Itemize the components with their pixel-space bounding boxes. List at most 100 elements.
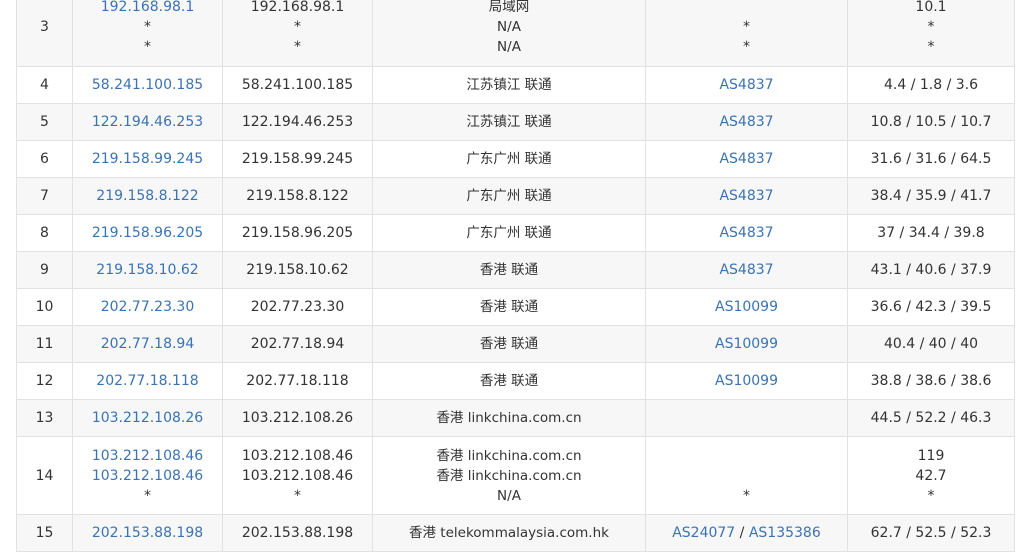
table-row: 10 202.77.23.30 202.77.23.30 香港 联通 AS10099 36… (16, 288, 1015, 326)
asn-cell: AS4837 (645, 214, 848, 252)
ip-link[interactable]: 219.158.10.62 (73, 260, 222, 280)
asn-link[interactable]: AS4837 (719, 151, 773, 167)
asn-line: AS4837 (646, 75, 847, 95)
hostname-text: 219.158.99.245 (241, 151, 354, 167)
hostname-cell: 58.241.100.185 (222, 66, 373, 104)
ip-cell: 122.194.46.253 (72, 103, 223, 141)
asn-link[interactable]: AS10099 (715, 299, 778, 315)
table-row: 11 202.77.18.94 202.77.18.94 香港 联通 AS10099 40… (16, 325, 1015, 363)
location-cell: 江苏镇江 联通 (372, 103, 646, 141)
table-row: 6 219.158.99.245 219.158.99.245 广东广州 联通 AS48… (16, 140, 1015, 178)
hop-number: 7 (40, 188, 49, 204)
latency-cell: 119 42.7 * (847, 436, 1015, 515)
latency-text: * (927, 487, 935, 504)
table-row: 8 219.158.96.205 219.158.96.205 广东广州 联通 AS48… (16, 214, 1015, 252)
hostname-text: 202.77.23.30 (250, 299, 345, 315)
ip-link[interactable]: 202.77.18.118 (73, 371, 222, 391)
asn-link[interactable]: AS10099 (715, 373, 778, 389)
location-cell: 香港 联通 (372, 288, 646, 326)
ip-cell: 202.77.23.30 (72, 288, 223, 326)
ip-link[interactable]: 103.212.108.46 (73, 466, 222, 486)
hop-number-cell: 5 (16, 103, 73, 141)
hostname-text: 219.158.10.62 (246, 262, 349, 278)
asn-text (646, 466, 847, 486)
asn-line: AS4837 (646, 112, 847, 132)
ip-link: * (144, 487, 151, 504)
asn-link[interactable]: AS4837 (719, 77, 773, 93)
latency-cell: 38.8 / 38.6 / 38.6 (847, 362, 1015, 400)
asn-text: * (743, 38, 750, 55)
asn-link[interactable]: AS4837 (719, 188, 773, 204)
asn-cell: AS24077 / AS135386 (645, 514, 848, 552)
location-text: 江苏镇江 联通 (466, 77, 552, 93)
location-text: 局域网 (488, 0, 530, 15)
ip-link[interactable]: 58.241.100.185 (73, 75, 222, 95)
hop-number: 10 (35, 299, 54, 315)
ip-link[interactable]: 122.194.46.253 (73, 112, 222, 132)
asn-link[interactable]: AS24077 (672, 525, 735, 541)
table-row: 7 219.158.8.122 219.158.8.122 广东广州 联通 AS4837… (16, 177, 1015, 215)
hostname-text: * (294, 18, 301, 35)
ip-link[interactable]: 202.77.23.30 (73, 297, 222, 317)
asn-link[interactable]: AS4837 (719, 114, 773, 130)
location-cell: 香港 linkchina.com.cn 香港 linkchina.com.cn N/… (372, 436, 646, 515)
ip-link[interactable]: 103.212.108.26 (73, 408, 222, 428)
ip-cell: 219.158.96.205 (72, 214, 223, 252)
hostname-text: 103.212.108.46 (241, 467, 354, 484)
hop-number-cell: 10 (16, 288, 73, 326)
asn-link[interactable]: AS4837 (719, 225, 773, 241)
hop-number: 12 (35, 373, 54, 389)
hop-number-cell: 13 (16, 399, 73, 437)
location-cell: 香港 联通 (372, 251, 646, 289)
asn-line: AS10099 (646, 297, 847, 317)
ip-link[interactable]: 192.168.98.1 (73, 0, 222, 17)
latency-cell: 10.1 * * (847, 0, 1015, 67)
ip-link[interactable]: 103.212.108.46 (73, 446, 222, 466)
ip-cell: 103.212.108.26 (72, 399, 223, 437)
table-row: 14 103.212.108.46 103.212.108.46 * 103.212.1… (16, 436, 1015, 515)
latency-cell: 10.8 / 10.5 / 10.7 (847, 103, 1015, 141)
ip-cell: 219.158.99.245 (72, 140, 223, 178)
hop-number-cell: 14 (16, 436, 73, 515)
hostname-text: 103.212.108.26 (241, 410, 354, 426)
location-text: N/A (497, 18, 521, 35)
asn-cell: AS4837 (645, 177, 848, 215)
hostname-text: 219.158.8.122 (246, 188, 349, 204)
hostname-cell: 202.153.88.198 (222, 514, 373, 552)
asn-link[interactable]: AS10099 (715, 336, 778, 352)
table-row: 12 202.77.18.118 202.77.18.118 香港 联通 AS10099… (16, 362, 1015, 400)
location-text: 广东广州 联通 (466, 151, 552, 167)
asn-cell (645, 399, 848, 437)
latency-cell: 4.4 / 1.8 / 3.6 (847, 66, 1015, 104)
latency-cell: 38.4 / 35.9 / 41.7 (847, 177, 1015, 215)
hop-number: 13 (35, 410, 54, 426)
location-cell: 香港 linkchina.com.cn (372, 399, 646, 437)
ip-link[interactable]: 202.153.88.198 (73, 523, 222, 543)
traceroute-table-body: 3 192.168.98.1 * * 192.168.98.1 * * 局域网 N/A N/A *… (16, 0, 1015, 552)
ip-link[interactable]: 219.158.8.122 (73, 186, 222, 206)
latency-text: 62.7 / 52.5 / 52.3 (870, 525, 992, 541)
location-text: 江苏镇江 联通 (466, 114, 552, 130)
ip-link[interactable]: 219.158.96.205 (73, 223, 222, 243)
asn-text (646, 446, 847, 466)
ip-link[interactable]: 202.77.18.94 (73, 334, 222, 354)
hostname-text: 122.194.46.253 (241, 114, 354, 130)
asn-line: AS4837 (646, 260, 847, 280)
location-text: 香港 telekommalaysia.com.hk (409, 525, 609, 541)
ip-link[interactable]: 219.158.99.245 (73, 149, 222, 169)
asn-link[interactable]: AS135386 (749, 525, 821, 541)
asn-cell: AS4837 (645, 66, 848, 104)
location-cell: 香港 联通 (372, 325, 646, 363)
traceroute-table: 3 192.168.98.1 * * 192.168.98.1 * * 局域网 N/A N/A *… (16, 0, 1015, 552)
asn-text (646, 0, 847, 17)
hop-number: 3 (40, 18, 49, 35)
asn-link[interactable]: AS4837 (719, 262, 773, 278)
latency-cell: 62.7 / 52.5 / 52.3 (847, 514, 1015, 552)
hostname-cell: 219.158.99.245 (222, 140, 373, 178)
latency-text: 38.8 / 38.6 / 38.6 (870, 373, 992, 389)
ip-cell: 202.77.18.94 (72, 325, 223, 363)
ip-cell: 58.241.100.185 (72, 66, 223, 104)
location-text: N/A (497, 38, 521, 55)
latency-text: * (927, 38, 935, 55)
latency-cell: 37 / 34.4 / 39.8 (847, 214, 1015, 252)
